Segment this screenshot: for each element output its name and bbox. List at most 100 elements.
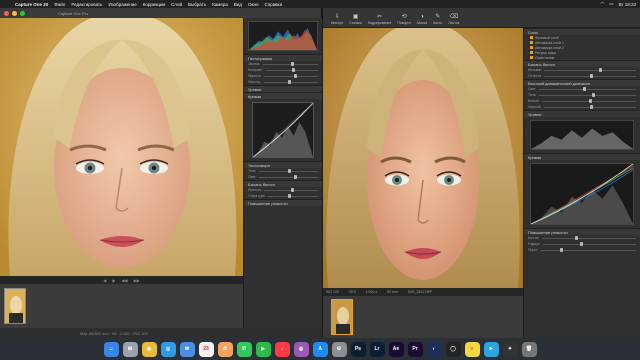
section-layers[interactable]: Слои — [524, 28, 640, 35]
captureone-icon[interactable]: ◯ — [445, 341, 461, 357]
right-image-viewer[interactable] — [323, 28, 523, 288]
menu-layer[interactable]: Слой — [171, 2, 182, 7]
slider-track[interactable] — [544, 68, 636, 72]
curve-editor[interactable] — [252, 102, 314, 158]
slider-knob[interactable] — [288, 169, 292, 173]
slider-knob[interactable] — [293, 74, 297, 78]
aftereffects-icon[interactable]: Ae — [388, 341, 404, 357]
clock[interactable]: Вт 18:23 — [619, 2, 636, 7]
layer-checkbox[interactable] — [530, 56, 533, 59]
section-levels[interactable]: Уровни — [524, 110, 640, 117]
slider-knob[interactable] — [589, 105, 593, 109]
first-image-button[interactable]: ◀◀ — [121, 278, 127, 283]
slider-knob[interactable] — [288, 80, 292, 84]
close-window-button[interactable] — [4, 10, 9, 16]
menu-window[interactable]: Окно — [248, 2, 258, 7]
last-image-button[interactable]: ▶▶ — [134, 278, 140, 283]
chrome-icon[interactable]: ◉ — [141, 341, 157, 357]
slider-track[interactable] — [264, 74, 318, 78]
appstore-icon[interactable]: A — [312, 341, 328, 357]
photos-icon[interactable]: ✿ — [217, 341, 233, 357]
messages-icon[interactable]: ✆ — [236, 341, 252, 357]
calendar-icon[interactable]: 23 — [198, 341, 214, 357]
menu-file[interactable]: Файл — [54, 2, 65, 7]
crop-button[interactable]: ✂ Кадрирование — [368, 13, 391, 25]
eraser-button[interactable]: ⌫ Ластик — [448, 13, 459, 25]
notes-icon[interactable]: ≡ — [464, 341, 480, 357]
slider-knob[interactable] — [590, 74, 594, 78]
mask-button[interactable]: ◑ Маска — [417, 14, 427, 25]
import-button[interactable]: ⇩ Импорт — [331, 13, 343, 25]
mail-icon[interactable]: ✉ — [179, 341, 195, 357]
wifi-icon[interactable]: ◠ — [600, 1, 604, 7]
lightroom-icon[interactable]: Lr — [369, 341, 385, 357]
section-white-balance[interactable]: Баланс белого — [524, 60, 640, 67]
curve-editor[interactable] — [530, 163, 634, 225]
left-image-viewer[interactable] — [0, 18, 243, 276]
slider-knob[interactable] — [592, 93, 596, 97]
menu-help[interactable]: Справка — [264, 2, 282, 7]
section-sharpening[interactable]: Повышение резкости — [524, 228, 640, 235]
filmstrip-thumbnail[interactable] — [4, 288, 26, 324]
section-levels[interactable]: Уровни — [244, 85, 322, 92]
section-curve[interactable]: Кривая — [244, 92, 322, 99]
telegram-icon[interactable]: ➤ — [483, 341, 499, 357]
app-menu[interactable]: Capture One 20 — [15, 2, 48, 7]
slider-knob[interactable] — [294, 175, 298, 179]
rotate-button[interactable]: ⟲ Поворот — [397, 13, 411, 25]
finder-icon[interactable]: ☺ — [103, 341, 119, 357]
slider-track[interactable] — [264, 188, 318, 192]
section-sharpening[interactable]: Повышение резкости — [244, 199, 322, 206]
slider-knob[interactable] — [579, 242, 583, 246]
levels-histogram[interactable] — [530, 120, 634, 150]
brush-button[interactable]: ✎ Кисть — [433, 13, 442, 25]
slider-track[interactable] — [263, 80, 318, 84]
slider-knob[interactable] — [291, 68, 295, 72]
podcasts-icon[interactable]: ◍ — [293, 341, 309, 357]
menu-view[interactable]: Вид — [234, 2, 242, 7]
slider-knob[interactable] — [574, 236, 578, 240]
menu-camera[interactable]: Камера — [212, 2, 228, 7]
photoshop-icon[interactable]: Ps — [350, 341, 366, 357]
slider-track[interactable] — [544, 74, 636, 78]
slider-track[interactable] — [543, 105, 636, 109]
slider-knob[interactable] — [588, 99, 592, 103]
capture-button[interactable]: ▣ Съемка — [349, 13, 362, 25]
next-image-button[interactable]: ▶ — [112, 278, 115, 283]
settings-icon[interactable]: ⚙ — [331, 341, 347, 357]
menu-edit[interactable]: Редактировать — [71, 2, 102, 7]
safari-icon[interactable]: ◎ — [160, 341, 176, 357]
section-white-balance[interactable]: Баланс белого — [244, 180, 322, 187]
slider-track[interactable] — [258, 175, 318, 179]
section-exposure[interactable]: Экспозиция — [244, 161, 322, 168]
slider-track[interactable] — [538, 87, 636, 91]
slider-knob[interactable] — [290, 62, 294, 66]
menu-select[interactable]: Выбрать — [188, 2, 206, 7]
layer-checkbox[interactable] — [530, 36, 533, 39]
battery-icon[interactable]: ▭ — [609, 1, 613, 7]
slider-track[interactable] — [541, 99, 636, 103]
menu-image[interactable]: Изображение — [108, 2, 136, 7]
section-curve[interactable]: Кривая — [524, 153, 640, 160]
facetime-icon[interactable]: ▶ — [255, 341, 271, 357]
slider-track[interactable] — [541, 236, 636, 240]
layer-checkbox[interactable] — [530, 46, 533, 49]
slider-knob[interactable] — [582, 87, 586, 91]
zoom-window-button[interactable] — [20, 10, 25, 16]
filmstrip-thumbnail-selected[interactable] — [331, 299, 353, 335]
slider-track[interactable] — [267, 194, 318, 198]
slider-track[interactable] — [540, 248, 636, 252]
section-hdr[interactable]: Высокий динамический диапазон — [524, 79, 640, 86]
slider-track[interactable] — [258, 169, 318, 173]
premiere-icon[interactable]: Pr — [407, 341, 423, 357]
slider-track[interactable] — [263, 62, 318, 66]
slider-track[interactable] — [542, 242, 636, 246]
music-icon[interactable]: ♪ — [274, 341, 290, 357]
layer-checkbox[interactable] — [530, 51, 533, 54]
slider-knob[interactable] — [287, 194, 291, 198]
launchpad-icon[interactable]: ⊞ — [122, 341, 138, 357]
slider-knob[interactable] — [599, 68, 603, 72]
trash-icon[interactable]: 🗑 — [521, 341, 537, 357]
menu-adjustments[interactable]: Коррекции — [143, 2, 165, 7]
slider-knob[interactable] — [291, 188, 295, 192]
